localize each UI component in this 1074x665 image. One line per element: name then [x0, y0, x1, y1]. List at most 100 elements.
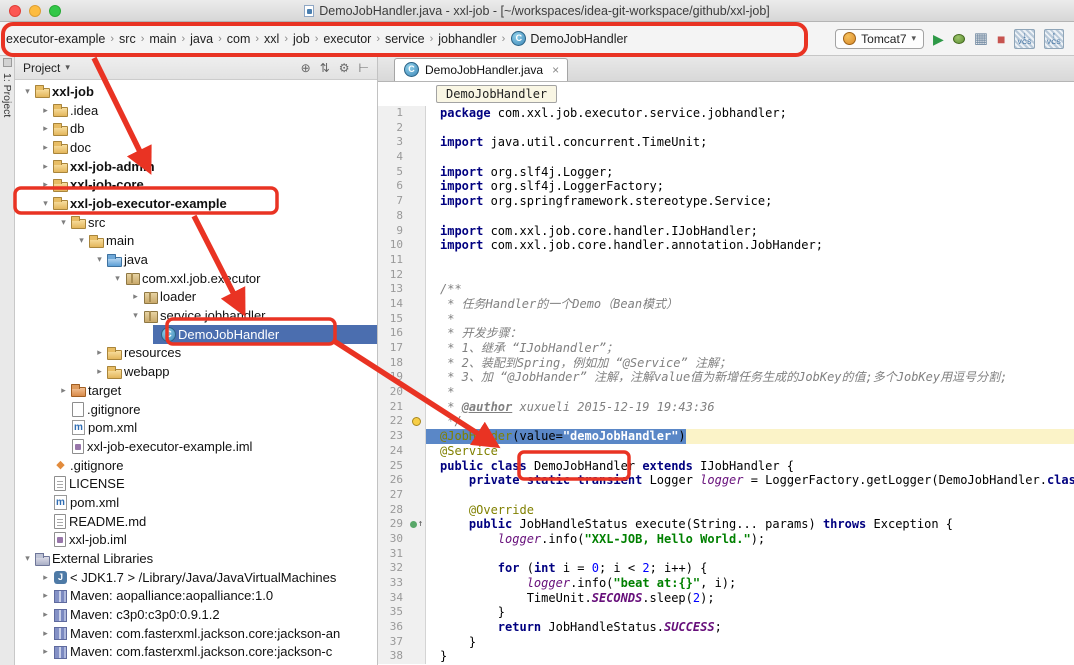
- tree-item-xxl-job-core[interactable]: ▸xxl-job-core: [15, 175, 377, 194]
- class-name-chip[interactable]: DemoJobHandler: [436, 85, 557, 103]
- code-line-28[interactable]: 28 @Override: [378, 503, 1074, 518]
- tree-item-service-jobhandler[interactable]: ▾service.jobhandler: [15, 306, 377, 325]
- code-line-37[interactable]: 37 }: [378, 635, 1074, 650]
- tree-item-jdk1-7-library-java-javavirtualmachines[interactable]: ▸J< JDK1.7 > /Library/Java/JavaVirtualMa…: [15, 568, 377, 587]
- expand-arrow-icon[interactable]: ▸: [39, 572, 52, 583]
- code-line-7[interactable]: 7import org.springframework.stereotype.S…: [378, 194, 1074, 209]
- vcs-commit-button[interactable]: ↑ VCS: [1044, 29, 1064, 49]
- tree-item-db[interactable]: ▸db: [15, 119, 377, 138]
- run-button[interactable]: ▶: [933, 32, 944, 46]
- tree-item-maven-com-fasterxml-jackson-core-jackson-c[interactable]: ▸Maven: com.fasterxml.jackson.core:jacks…: [15, 643, 377, 662]
- breadcrumb-item-main[interactable]: main: [146, 30, 179, 48]
- code-line-15[interactable]: 15 *: [378, 312, 1074, 327]
- breadcrumb-item-service[interactable]: service: [382, 30, 428, 48]
- expand-arrow-icon[interactable]: ▸: [57, 385, 70, 396]
- expand-arrow-icon[interactable]: ▸: [39, 142, 52, 153]
- collapse-arrow-icon[interactable]: ▾: [39, 198, 52, 209]
- tree-item-demojobhandler[interactable]: CDemoJobHandler: [15, 325, 377, 344]
- code-line-30[interactable]: 30 logger.info("XXL-JOB, Hello World.");: [378, 532, 1074, 547]
- code-line-11[interactable]: 11: [378, 253, 1074, 268]
- code-line-6[interactable]: 6import org.slf4j.LoggerFactory;: [378, 179, 1074, 194]
- code-line-8[interactable]: 8: [378, 209, 1074, 224]
- expand-arrow-icon[interactable]: ▸: [39, 646, 52, 657]
- tree-item-gitignore[interactable]: ◆.gitignore: [15, 456, 377, 475]
- tree-item-resources[interactable]: ▸resources: [15, 344, 377, 363]
- code-line-14[interactable]: 14 * 任务Handler的一个Demo（Bean模式）: [378, 297, 1074, 312]
- hide-panel-icon[interactable]: ⊢: [359, 61, 369, 75]
- tree-item-license[interactable]: LICENSE: [15, 474, 377, 493]
- tree-item-target[interactable]: ▸target: [15, 381, 377, 400]
- expand-arrow-icon[interactable]: ▸: [39, 123, 52, 134]
- code-line-12[interactable]: 12: [378, 268, 1074, 283]
- code-line-13[interactable]: 13/**: [378, 282, 1074, 297]
- tree-item-loader[interactable]: ▸loader: [15, 288, 377, 307]
- tree-item-idea[interactable]: ▸.idea: [15, 101, 377, 120]
- vcs-update-button[interactable]: ↓ VCS: [1014, 29, 1034, 49]
- code-line-36[interactable]: 36 return JobHandleStatus.SUCCESS;: [378, 620, 1074, 635]
- tree-item-xxl-job-admin[interactable]: ▸xxl-job-admin: [15, 157, 377, 176]
- code-line-34[interactable]: 34 TimeUnit.SECONDS.sleep(2);: [378, 591, 1074, 606]
- expand-arrow-icon[interactable]: ▸: [129, 291, 142, 302]
- editor-tab-demojobhandler[interactable]: C DemoJobHandler.java ×: [394, 58, 568, 81]
- code-line-32[interactable]: 32 for (int i = 0; i < 2; i++) {: [378, 561, 1074, 576]
- tree-item-maven-aopalliance-aopalliance-1-0[interactable]: ▸Maven: aopalliance:aopalliance:1.0: [15, 587, 377, 606]
- collapse-arrow-icon[interactable]: ▾: [57, 217, 70, 228]
- code-line-2[interactable]: 2: [378, 121, 1074, 136]
- code-line-22[interactable]: 22 */: [378, 414, 1074, 429]
- tree-item-readme-md[interactable]: README.md: [15, 512, 377, 531]
- collapse-arrow-icon[interactable]: ▾: [111, 273, 124, 284]
- tree-item-java[interactable]: ▾java: [15, 250, 377, 269]
- code-line-9[interactable]: 9import com.xxl.job.core.handler.IJobHan…: [378, 224, 1074, 239]
- breadcrumb-item-java[interactable]: java: [187, 30, 216, 48]
- run-config-selector[interactable]: Tomcat7 ▾: [835, 29, 924, 49]
- expand-arrow-icon[interactable]: ▸: [39, 105, 52, 116]
- code-line-17[interactable]: 17 * 1、继承 “IJobHandler”；: [378, 341, 1074, 356]
- override-marker-icon[interactable]: ↑: [408, 517, 426, 532]
- code-line-29[interactable]: 29↑ public JobHandleStatus execute(Strin…: [378, 517, 1074, 532]
- tree-item-xxl-job[interactable]: ▾xxl-job: [15, 82, 377, 101]
- tree-item-external-libraries[interactable]: ▾External Libraries: [15, 549, 377, 568]
- code-line-24[interactable]: 24@Service: [378, 444, 1074, 459]
- collapse-arrow-icon[interactable]: ▾: [21, 86, 34, 97]
- code-line-5[interactable]: 5import org.slf4j.Logger;: [378, 165, 1074, 180]
- code-line-4[interactable]: 4: [378, 150, 1074, 165]
- tree-item-main[interactable]: ▾main: [15, 232, 377, 251]
- breadcrumb-item-jobhandler[interactable]: jobhandler: [435, 30, 499, 48]
- code-line-35[interactable]: 35 }: [378, 605, 1074, 620]
- tree-item-xxl-job-iml[interactable]: xxl-job.iml: [15, 531, 377, 550]
- tree-item-webapp[interactable]: ▸webapp: [15, 362, 377, 381]
- tree-item-xxl-job-executor-example-iml[interactable]: xxl-job-executor-example.iml: [15, 437, 377, 456]
- expand-arrow-icon[interactable]: ▸: [93, 347, 106, 358]
- breadcrumb-item-xxl[interactable]: xxl: [261, 30, 282, 48]
- gear-icon[interactable]: ⚙: [339, 61, 350, 75]
- stop-button[interactable]: ■: [997, 32, 1005, 46]
- expand-arrow-icon[interactable]: ▸: [93, 366, 106, 377]
- coverage-button[interactable]: ▦: [974, 32, 988, 46]
- breadcrumb-item-executor[interactable]: executor: [320, 30, 374, 48]
- chevron-down-icon[interactable]: ▾: [65, 62, 70, 73]
- code-line-31[interactable]: 31: [378, 547, 1074, 562]
- code-line-27[interactable]: 27: [378, 488, 1074, 503]
- code-line-3[interactable]: 3import java.util.concurrent.TimeUnit;: [378, 135, 1074, 150]
- tree-item-src[interactable]: ▾src: [15, 213, 377, 232]
- tree-item-maven-c3p0-c3p0-0-9-1-2[interactable]: ▸Maven: c3p0:c3p0:0.9.1.2: [15, 605, 377, 624]
- tree-item-doc[interactable]: ▸doc: [15, 138, 377, 157]
- code-line-26[interactable]: 26 private static transient Logger logge…: [378, 473, 1074, 488]
- breadcrumb-item-demojobhandler[interactable]: CDemoJobHandler: [507, 29, 630, 48]
- code-line-16[interactable]: 16 * 开发步骤：: [378, 326, 1074, 341]
- expand-arrow-icon[interactable]: ▸: [39, 590, 52, 601]
- breadcrumb-item-src[interactable]: src: [116, 30, 139, 48]
- expand-arrow-icon[interactable]: ▸: [39, 161, 52, 172]
- locate-icon[interactable]: ⊕: [301, 61, 311, 75]
- code-line-18[interactable]: 18 * 2、装配到Spring，例如加 “@Service” 注解；: [378, 356, 1074, 371]
- tree-item-com-xxl-job-executor[interactable]: ▾com.xxl.job.executor: [15, 269, 377, 288]
- debug-button[interactable]: [953, 34, 965, 44]
- code-line-19[interactable]: 19 * 3、加 “@JobHander” 注解，注解value值为新增任务生成…: [378, 370, 1074, 385]
- code-line-20[interactable]: 20 *: [378, 385, 1074, 400]
- code-line-38[interactable]: 38}: [378, 649, 1074, 664]
- breadcrumb-item-com[interactable]: com: [224, 30, 254, 48]
- code-line-10[interactable]: 10import com.xxl.job.core.handler.annota…: [378, 238, 1074, 253]
- collapse-arrow-icon[interactable]: ▾: [93, 254, 106, 265]
- expand-arrow-icon[interactable]: ▸: [39, 179, 52, 190]
- tree-item-gitignore[interactable]: .gitignore: [15, 400, 377, 419]
